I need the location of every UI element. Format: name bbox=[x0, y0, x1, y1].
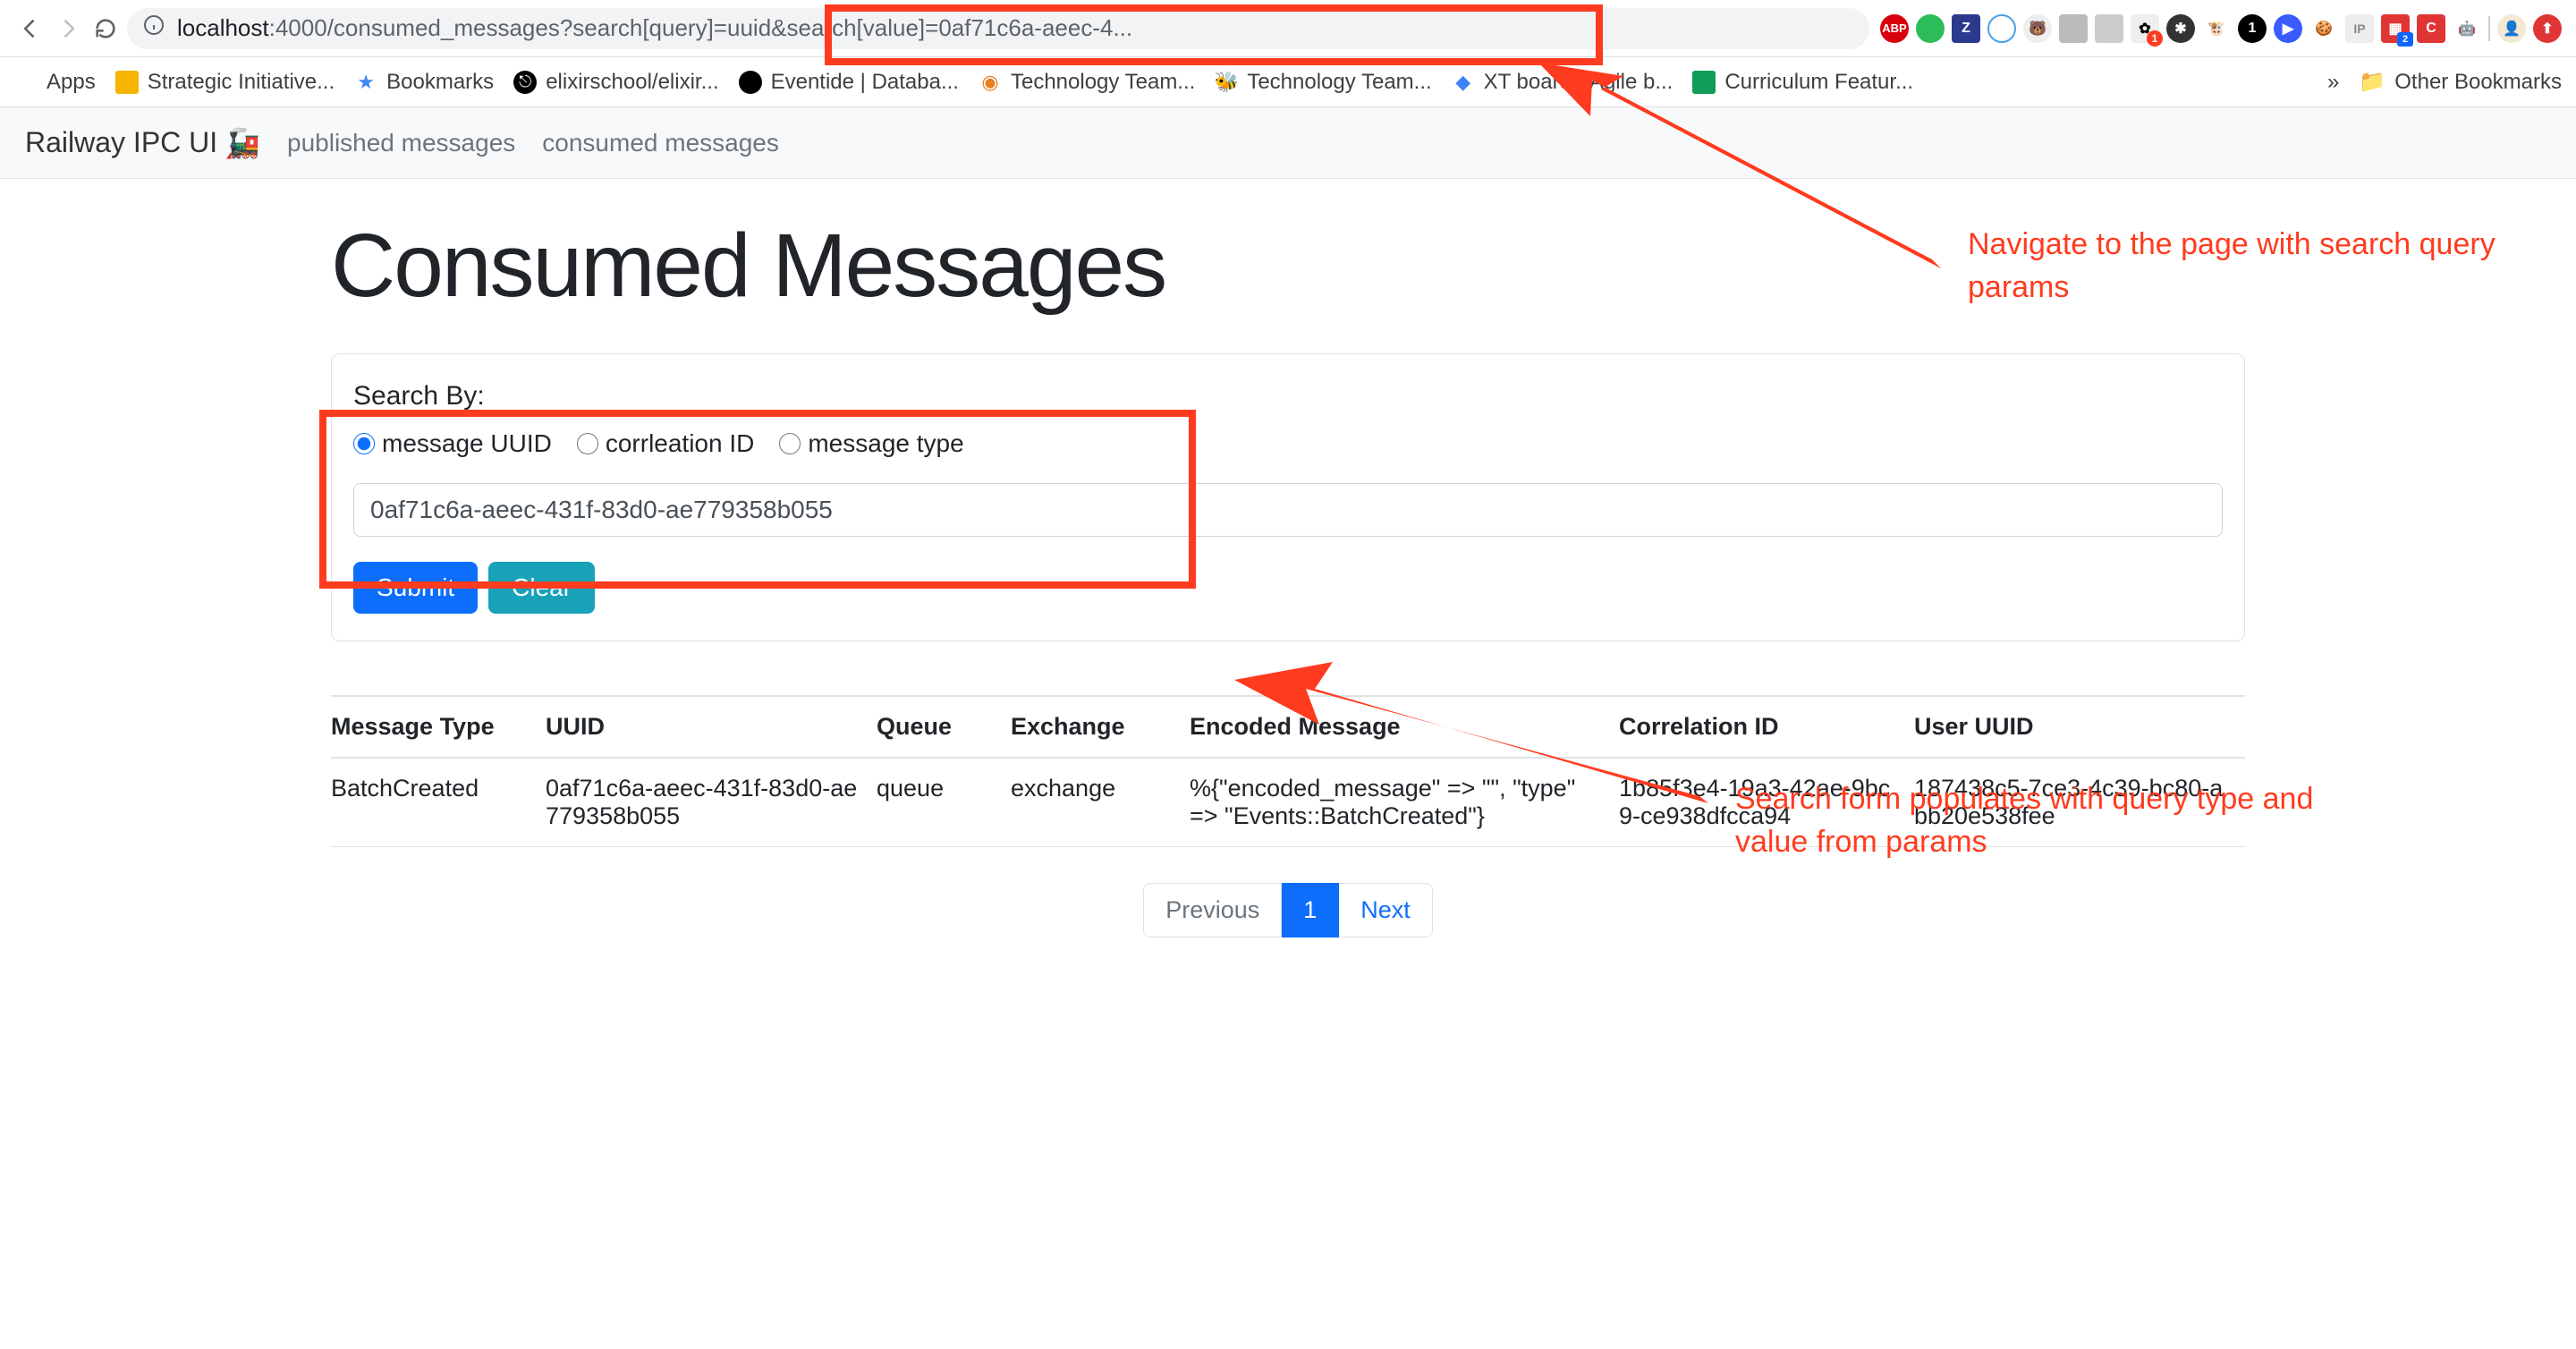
bear-icon[interactable]: 🐻 bbox=[2023, 14, 2052, 43]
radio-message-uuid[interactable]: message UUID bbox=[353, 429, 552, 458]
avatar-icon[interactable]: 👤 bbox=[2497, 14, 2526, 43]
extension-icons: ABP Z 🐻 1✿ ✱ 🐮 1 ▶ 🍪 IP ▦2 C 🤖 👤 ⬆ bbox=[1880, 14, 2562, 43]
red-badge-icon[interactable]: ▦2 bbox=[2381, 14, 2410, 43]
address-bar[interactable]: localhost :4000/consumed_message s?searc… bbox=[127, 8, 1869, 49]
bookmark-bookmarks[interactable]: ★Bookmarks bbox=[354, 70, 494, 95]
pagination-prev[interactable]: Previous bbox=[1143, 883, 1282, 938]
radio-message-uuid-input[interactable] bbox=[353, 433, 375, 454]
search-input[interactable] bbox=[353, 483, 2223, 537]
cookie-icon[interactable]: 🍪 bbox=[2309, 14, 2338, 43]
eventide-icon bbox=[739, 71, 762, 94]
clear-button[interactable]: Clear bbox=[488, 562, 595, 614]
bookmark-tech-team-1[interactable]: ◉Technology Team... bbox=[979, 70, 1195, 95]
rotating-icon[interactable]: ✱ bbox=[2166, 14, 2195, 43]
annotation-text-top: Navigate to the page with search query p… bbox=[1968, 224, 2522, 309]
apps-button[interactable]: Apps bbox=[14, 70, 96, 95]
th-message-type: Message Type bbox=[331, 696, 546, 758]
robot-icon[interactable]: 🤖 bbox=[2453, 14, 2481, 43]
site-info-icon[interactable] bbox=[143, 14, 165, 42]
github-icon: ⎋ bbox=[513, 71, 537, 94]
bookmark-elixirschool[interactable]: ⎋elixirschool/elixir... bbox=[513, 70, 718, 95]
url-host: localhost bbox=[177, 14, 269, 42]
annotation-arrow-top bbox=[1485, 54, 1986, 286]
app-brand[interactable]: Railway IPC UI 🚂 bbox=[25, 126, 260, 160]
red-c-icon[interactable]: C bbox=[2417, 14, 2445, 43]
th-exchange: Exchange bbox=[1011, 696, 1190, 758]
bookmark-tech-team-2[interactable]: 🐝Technology Team... bbox=[1215, 70, 1431, 95]
apps-icon bbox=[14, 71, 38, 94]
th-queue: Queue bbox=[877, 696, 1011, 758]
app-navbar: Railway IPC UI 🚂 published messages cons… bbox=[0, 107, 2576, 179]
bookmarks-bar: Apps Strategic Initiative... ★Bookmarks … bbox=[0, 57, 2576, 107]
search-label: Search By: bbox=[353, 381, 2223, 411]
train-icon: 🚂 bbox=[225, 126, 260, 160]
forward-button[interactable] bbox=[52, 13, 84, 45]
video-icon[interactable]: ▶ bbox=[2274, 14, 2302, 43]
pagination-page-1[interactable]: 1 bbox=[1282, 883, 1339, 938]
folder-icon: 📁 bbox=[2359, 69, 2385, 95]
annotation-arrow-mid bbox=[1199, 653, 1753, 832]
bookmark-overflow[interactable]: » bbox=[2327, 70, 2339, 95]
black-one-icon[interactable]: 1 bbox=[2238, 14, 2267, 43]
grey-square-icon[interactable] bbox=[2059, 14, 2088, 43]
abp-icon[interactable]: ABP bbox=[1880, 14, 1909, 43]
red-up-icon[interactable]: ⬆ bbox=[2533, 14, 2562, 43]
url-query: s?search[query]=uuid&search[value]=0af71… bbox=[548, 14, 1132, 42]
bookmark-eventide[interactable]: Eventide | Databa... bbox=[739, 70, 959, 95]
search-card: Search By: message UUID corrleation ID m… bbox=[331, 353, 2245, 641]
reload-button[interactable] bbox=[89, 13, 122, 45]
apps-label: Apps bbox=[47, 70, 96, 95]
search-radio-row: message UUID corrleation ID message type bbox=[353, 429, 2223, 458]
bookmark-strategic[interactable]: Strategic Initiative... bbox=[115, 70, 335, 95]
cell-queue: queue bbox=[877, 758, 1011, 847]
ip-icon[interactable]: IP bbox=[2345, 14, 2374, 43]
cell-type: BatchCreated bbox=[331, 758, 546, 847]
nav-consumed-messages[interactable]: consumed messages bbox=[542, 129, 779, 157]
radio-message-type[interactable]: message type bbox=[779, 429, 963, 458]
th-user-uuid: User UUID bbox=[1914, 696, 2245, 758]
cell-exchange: exchange bbox=[1011, 758, 1190, 847]
pagination: Previous 1 Next bbox=[331, 883, 2245, 938]
star-icon: ★ bbox=[354, 71, 377, 94]
radio-correlation-id-input[interactable] bbox=[577, 433, 598, 454]
radio-message-type-input[interactable] bbox=[779, 433, 801, 454]
nav-published-messages[interactable]: published messages bbox=[287, 129, 515, 157]
green-dot-icon[interactable] bbox=[1916, 14, 1945, 43]
tech-icon: ◉ bbox=[979, 71, 1002, 94]
radio-correlation-id[interactable]: corrleation ID bbox=[577, 429, 755, 458]
cow-icon[interactable]: 🐮 bbox=[2202, 14, 2231, 43]
slides-icon bbox=[115, 71, 139, 94]
cell-uuid: 0af71c6a-aeec-431f-83d0-ae779358b055 bbox=[546, 758, 877, 847]
annotation-text-mid: Search form populates with query type an… bbox=[1735, 778, 2343, 863]
orange-badge-icon[interactable]: 1✿ bbox=[2131, 14, 2159, 43]
other-bookmarks[interactable]: 📁 Other Bookmarks bbox=[2359, 69, 2562, 95]
back-button[interactable] bbox=[14, 13, 47, 45]
submit-button[interactable]: Submit bbox=[353, 562, 478, 614]
url-path: :4000/consumed_message bbox=[269, 14, 548, 42]
grey-sep-icon bbox=[2488, 16, 2490, 41]
pagination-next[interactable]: Next bbox=[1339, 883, 1433, 938]
z-icon[interactable]: Z bbox=[1952, 14, 1980, 43]
grey-square2-icon[interactable] bbox=[2095, 14, 2123, 43]
agile-icon: ◆ bbox=[1452, 71, 1475, 94]
browser-toolbar: localhost :4000/consumed_message s?searc… bbox=[0, 0, 2576, 57]
th-uuid: UUID bbox=[546, 696, 877, 758]
swirl-blue-icon[interactable] bbox=[1987, 14, 2016, 43]
tech-icon-2: 🐝 bbox=[1215, 71, 1238, 94]
